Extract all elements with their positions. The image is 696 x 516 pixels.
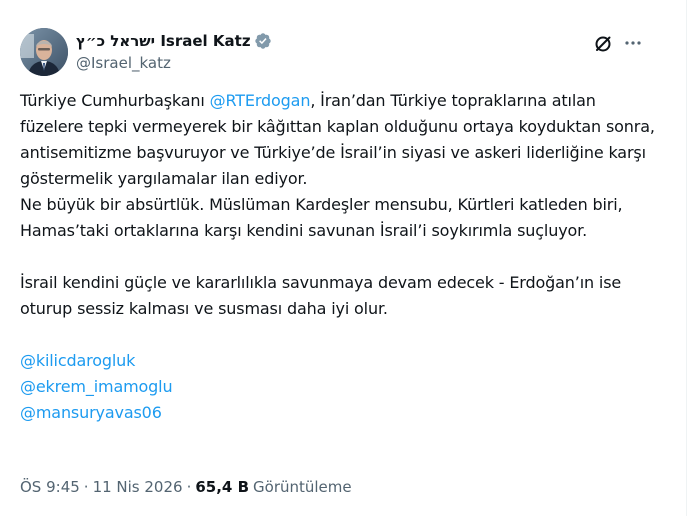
display-name[interactable]: ישראל כ״ץ Israel Katz [76, 32, 251, 50]
tweet-time[interactable]: ÖS 9:45 [20, 478, 80, 496]
tweet-text-segment: Türkiye Cumhurbaşkanı [20, 91, 210, 110]
avatar[interactable] [20, 28, 68, 76]
tweet-text: Türkiye Cumhurbaşkanı @RTErdogan, İran’d… [20, 88, 660, 426]
tweet-card: ישראל כ״ץ Israel Katz @Israel_katz Türki… [0, 0, 687, 516]
separator-dot: · [83, 478, 89, 496]
tweet-paragraph-3: İsrail kendini güçle ve kararlılıkla sav… [20, 273, 622, 318]
mention-link[interactable]: @ekrem_imamoglu [20, 374, 660, 400]
views-count: 65,4 B [195, 478, 250, 496]
tweet-paragraph-1: Türkiye Cumhurbaşkanı @RTErdogan, İran’d… [20, 88, 660, 192]
author-info: ישראל כ״ץ Israel Katz @Israel_katz [76, 30, 272, 72]
views-label: Görüntüleme [253, 478, 352, 496]
verified-badge-icon[interactable] [254, 32, 272, 50]
separator-dot: · [186, 478, 192, 496]
grok-icon[interactable] [593, 34, 613, 54]
mention-link[interactable]: @mansuryavas06 [20, 400, 660, 426]
mention-link[interactable]: @kilicdarogluk [20, 348, 660, 374]
more-icon[interactable] [622, 32, 644, 54]
tweet-meta: ÖS 9:45 · 11 Nis 2026 · 65,4 B Görüntüle… [20, 478, 352, 496]
tweet-header: ישראל כ״ץ Israel Katz @Israel_katz [20, 28, 670, 76]
author-handle[interactable]: @Israel_katz [76, 54, 272, 72]
tweet-paragraph-2: Ne büyük bir absürtlük. Müslüman Kardeşl… [20, 195, 623, 240]
tweet-date[interactable]: 11 Nis 2026 [93, 478, 183, 496]
mention-link[interactable]: @RTErdogan [210, 91, 311, 110]
